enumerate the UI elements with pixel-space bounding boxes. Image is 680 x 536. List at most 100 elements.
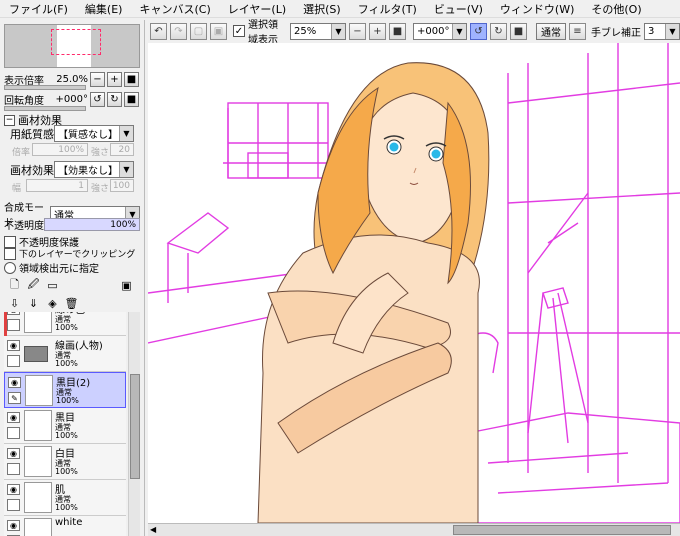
zoom-out-icon[interactable]: − (349, 22, 366, 40)
rotate-left-icon[interactable]: ↺ (470, 22, 487, 40)
effect-width-field: 1 (26, 179, 88, 192)
undo-icon[interactable]: ↶ (150, 22, 167, 40)
menu-item[interactable]: 選択(S) (294, 1, 349, 17)
deselect-icon[interactable]: ▢ (190, 22, 207, 40)
new-vector-layer-icon[interactable]: 🖉 (27, 278, 40, 292)
zoom-reset-button[interactable]: ■ (124, 72, 139, 87)
eye-icon[interactable]: ◉ (7, 340, 20, 351)
clipping-checkbox[interactable] (4, 247, 16, 260)
layer-item[interactable]: ◉ 黒目 通常 100% (4, 408, 126, 444)
navigator-view-frame[interactable] (51, 29, 101, 55)
new-folder-icon[interactable]: ▭ (46, 278, 59, 292)
layer-item[interactable]: ◉線の色通常100% (4, 312, 126, 336)
artwork (148, 43, 680, 523)
menu-item[interactable]: レイヤー(L) (219, 1, 294, 17)
stabilizer-select[interactable]: 3 ▼ (644, 22, 680, 40)
flip-mode-button[interactable]: 通常 (536, 22, 566, 40)
layer-opacity: 100% (55, 359, 78, 368)
layer-item[interactable]: ◉ white (4, 516, 126, 536)
layer-item[interactable]: ◉ 線画(人物) 通常 100% (4, 336, 126, 372)
menu-item[interactable]: その他(O) (582, 1, 649, 17)
layer-scroll-thumb[interactable] (130, 374, 140, 479)
rotate-right-button[interactable]: ↻ (107, 92, 122, 107)
lock-toggle[interactable] (7, 355, 20, 367)
menu-item[interactable]: ウィンドウ(W) (491, 1, 582, 17)
angle-slider[interactable] (4, 106, 86, 111)
left-iris (389, 142, 399, 152)
selection-source-option[interactable]: 領域検出元に指定 (4, 260, 99, 275)
brush-icon[interactable]: ✎ (8, 392, 21, 404)
new-layer-icon[interactable]: 🗋 (8, 278, 21, 292)
show-selection-option[interactable]: ✓ 選択領域表示 (233, 16, 281, 46)
paper-scale-label: 倍率 (12, 148, 31, 158)
layer-item[interactable]: ◉ 肌通常 100% (4, 480, 126, 516)
show-selection-checkbox[interactable]: ✓ (233, 25, 245, 37)
transfer-down-icon[interactable]: ⇩ (8, 296, 21, 310)
zoom-out-button[interactable]: − (90, 72, 105, 87)
eye-icon[interactable]: ◉ (7, 448, 20, 459)
menu-item[interactable]: キャンバス(C) (130, 1, 218, 17)
layer-opacity: 100% (56, 396, 79, 405)
layer-tools-row2: ⇩ ⇓ ◈ 🗑 (8, 296, 79, 310)
menu-item[interactable]: 編集(E) (76, 1, 131, 17)
eye-icon[interactable]: ◉ (7, 412, 20, 423)
layer-opacity: 100% (55, 467, 78, 476)
brush-effect-select[interactable]: 【効果なし】 ▼ (54, 161, 134, 178)
brush-effect-row: 画材効果 【効果なし】 ▼ (10, 161, 134, 178)
layer-item[interactable]: ◉ 白目 通常 100% (4, 444, 126, 480)
eye-icon[interactable]: ◉ (7, 484, 20, 495)
rotate-reset-button[interactable]: ■ (124, 92, 139, 107)
navigator-preview[interactable] (4, 24, 140, 68)
zoom-in-icon[interactable]: + (369, 22, 386, 40)
paper-texture-value: 【質感なし】 (58, 130, 118, 141)
zoom-reset-icon[interactable]: ■ (389, 22, 406, 40)
lock-toggle[interactable] (7, 463, 20, 475)
scroll-left-icon[interactable]: ◀ (150, 525, 156, 534)
rotate-reset-icon[interactable]: ■ (510, 22, 527, 40)
eye-icon[interactable]: ◉ (8, 377, 21, 388)
redo-icon[interactable]: ↷ (170, 22, 187, 40)
merge-down-icon[interactable]: ⇓ (27, 296, 40, 310)
eye-icon[interactable]: ◉ (7, 520, 20, 531)
layer-settings-icon[interactable]: ▣ (120, 278, 133, 292)
rotation-select[interactable]: +000° ▼ (413, 22, 467, 40)
eye-icon[interactable]: ◉ (7, 312, 20, 315)
menu-item[interactable]: フィルタ(T) (349, 1, 425, 17)
layer-item[interactable]: ◉ ✎ 黒目(2) 通常 100% (4, 372, 126, 408)
paper-texture-select[interactable]: 【質感なし】 ▼ (54, 125, 134, 142)
main-toolbar: ↶ ↷ ▢ ▣ ✓ 選択領域表示 25% ▼ − + ■ +000° ▼ ↺ ↻… (148, 20, 680, 46)
lock-toggle[interactable] (7, 499, 20, 511)
right-iris (431, 149, 441, 159)
layer-opacity: 100% (55, 503, 78, 512)
menu-item[interactable]: ファイル(F) (0, 1, 76, 17)
lock-toggle[interactable] (7, 427, 20, 439)
clipping-option[interactable]: 下のレイヤーでクリッピング (4, 247, 135, 260)
rotate-left-button[interactable]: ↺ (90, 92, 105, 107)
zoom-in-button[interactable]: + (107, 72, 122, 87)
lock-toggle[interactable] (7, 319, 20, 331)
clear-layer-icon[interactable]: ◈ (46, 296, 59, 310)
invert-selection-icon[interactable]: ▣ (210, 22, 227, 40)
layer-list-scrollbar[interactable] (128, 312, 140, 536)
rotate-right-icon[interactable]: ↻ (490, 22, 507, 40)
canvas-horizontal-scrollbar[interactable]: ◀ (148, 523, 680, 536)
folder-icon (24, 338, 52, 369)
zoom-slider[interactable] (4, 85, 86, 90)
drawing-canvas[interactable] (148, 43, 680, 523)
paper-texture-label: 用紙質感 (10, 127, 54, 141)
show-selection-label: 選択領域表示 (248, 20, 278, 46)
chevron-down-icon: ▼ (119, 162, 133, 177)
delete-layer-icon[interactable]: 🗑 (65, 296, 79, 310)
angle-value: +000° (55, 94, 88, 105)
menu-item[interactable]: ビュー(V) (425, 1, 491, 17)
stabilizer-icon[interactable]: ≡ (569, 22, 586, 40)
protect-opacity-checkbox[interactable] (4, 235, 16, 248)
clipping-indicator (4, 312, 7, 336)
zoom-select[interactable]: 25% ▼ (290, 22, 346, 40)
opacity-slider[interactable]: 100% (44, 218, 140, 231)
collapse-icon: − (4, 114, 15, 126)
selection-source-radio[interactable] (4, 261, 16, 274)
chevron-down-icon: ▼ (665, 23, 679, 39)
canvas-scroll-thumb[interactable] (453, 525, 671, 535)
layer-thumbnail (24, 312, 52, 333)
